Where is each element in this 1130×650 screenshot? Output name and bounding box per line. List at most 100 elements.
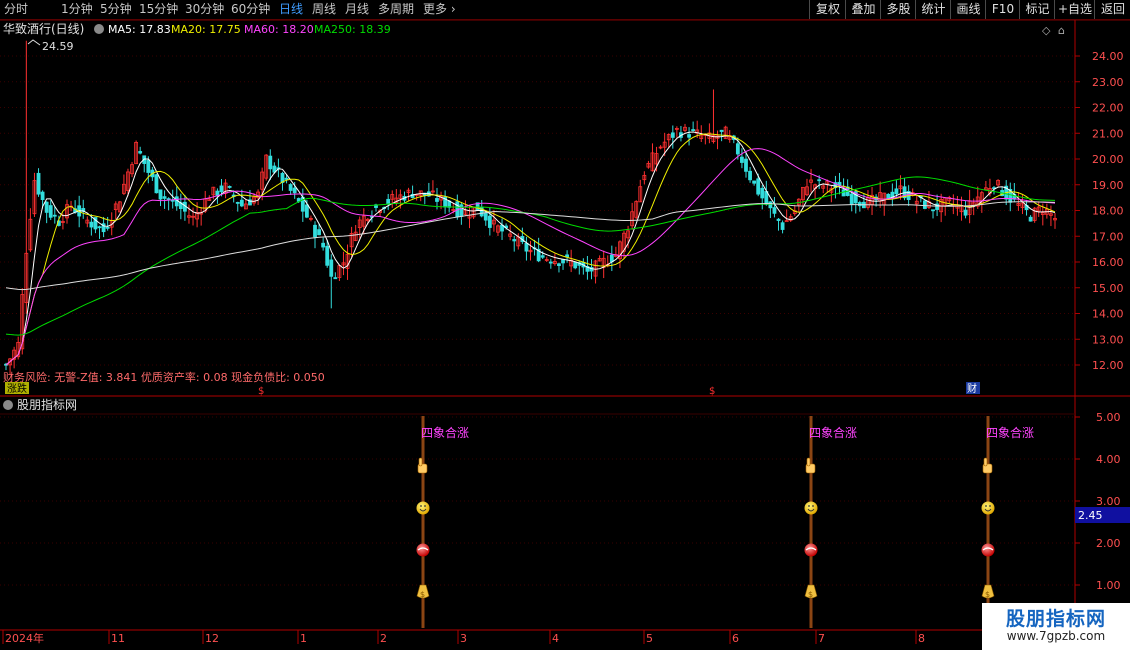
finance-badge[interactable]: 财 bbox=[967, 382, 977, 395]
date-tick-label: 1 bbox=[300, 632, 307, 645]
price-tick-label: 12.00 bbox=[1092, 359, 1124, 372]
indicator-tick-label: 3.00 bbox=[1096, 495, 1121, 508]
price-tick-label: 21.00 bbox=[1092, 127, 1124, 140]
candle-body bbox=[687, 134, 691, 138]
candle-body bbox=[333, 277, 338, 280]
candle-body bbox=[317, 229, 321, 236]
candle-body bbox=[239, 199, 244, 207]
money-bag-icon: $ bbox=[416, 584, 430, 599]
candle-body bbox=[540, 255, 545, 258]
high-marker: 24.59 bbox=[27, 39, 74, 53]
stock-title: 华致酒行(日线) bbox=[3, 22, 84, 36]
candle-body bbox=[154, 174, 159, 194]
price-tick-label: 20.00 bbox=[1092, 153, 1124, 166]
candle-body bbox=[89, 221, 94, 228]
candle-body bbox=[292, 187, 297, 194]
date-tick-label: 4 bbox=[552, 632, 559, 645]
lock-icon[interactable]: ⌂ bbox=[1058, 24, 1065, 37]
signal-column: 四象合涨 $ bbox=[804, 416, 857, 628]
svg-text:$: $ bbox=[420, 590, 425, 599]
candle-body bbox=[304, 204, 309, 218]
indicator-tick-label: 2.00 bbox=[1096, 537, 1121, 550]
candlestick-series bbox=[4, 40, 1057, 376]
candle-body bbox=[922, 200, 927, 209]
signal-column: 四象合涨 $ bbox=[416, 416, 469, 628]
candle-body bbox=[215, 190, 220, 196]
price-axis: 24.00 23.00 22.00 21.00 20.00 19.00 18.00 17.00… bbox=[1075, 50, 1124, 372]
chart-header: 华致酒行(日线) MA5: 17.83 MA20: 17.75 MA60: 18… bbox=[3, 22, 1065, 37]
price-tick-label: 19.00 bbox=[1092, 179, 1124, 192]
candle-body bbox=[841, 189, 846, 197]
candle-body bbox=[784, 220, 789, 223]
candle-body bbox=[146, 159, 151, 173]
candle-body bbox=[313, 224, 317, 238]
price-tick-label: 13.00 bbox=[1092, 333, 1124, 346]
date-tick-label: 12 bbox=[205, 632, 219, 645]
signal-label: 四象合涨 bbox=[986, 425, 1034, 440]
date-tick-label: 11 bbox=[111, 632, 125, 645]
candle-body bbox=[548, 261, 553, 264]
candle-body bbox=[435, 198, 439, 202]
candle-body bbox=[219, 185, 224, 193]
ma60-label: MA60: 18.20 bbox=[244, 23, 314, 36]
candle-body bbox=[284, 177, 289, 180]
candle-body bbox=[857, 202, 862, 207]
candle-body bbox=[752, 180, 757, 184]
indicator-tick-label: 1.00 bbox=[1096, 579, 1121, 592]
candle-body bbox=[772, 207, 777, 214]
red-ball-icon bbox=[416, 543, 430, 557]
candle-body bbox=[744, 158, 748, 172]
price-tick-label: 17.00 bbox=[1092, 230, 1124, 243]
smiley-icon bbox=[804, 501, 818, 515]
money-bag-icon: $ bbox=[804, 584, 818, 599]
candle-body bbox=[780, 222, 785, 230]
candle-body bbox=[288, 184, 293, 191]
risk-info-text: 财务风险: 无警-Z值: 3.841 优质资产率: 0.08 现金负债比: 0.… bbox=[3, 370, 325, 384]
indicator-axis: 5.00 4.00 3.00 2.00 1.00 bbox=[0, 411, 1121, 592]
smiley-icon bbox=[416, 501, 430, 515]
candle-body bbox=[105, 226, 110, 229]
svg-text:$: $ bbox=[808, 590, 813, 599]
dollar-event-icon-2: $ bbox=[709, 386, 715, 397]
diamond-icon[interactable]: ◇ bbox=[1042, 24, 1051, 37]
price-tick-label: 15.00 bbox=[1092, 282, 1124, 295]
money-bag-icon: $ bbox=[981, 584, 995, 599]
date-tick-label: 6 bbox=[732, 632, 739, 645]
candle-body bbox=[748, 170, 752, 181]
price-tick-label: 14.00 bbox=[1092, 308, 1124, 321]
candle-body bbox=[162, 196, 167, 199]
candle-body bbox=[483, 212, 488, 221]
price-tick-label: 24.00 bbox=[1092, 50, 1124, 63]
date-tick-label: 2 bbox=[380, 632, 387, 645]
candle-body bbox=[963, 209, 968, 216]
date-tick-label: 5 bbox=[646, 632, 653, 645]
indicator-settings-icon[interactable] bbox=[3, 400, 13, 410]
watermark-url: www.7gpzb.com bbox=[1006, 629, 1106, 643]
ma5-label: MA5: 17.83 bbox=[108, 23, 171, 36]
kline-chart[interactable]: 24.0023.0022.0021.0020.0019.0018.0017.00… bbox=[0, 0, 1130, 650]
chart-frame bbox=[0, 19, 1130, 650]
candle-body bbox=[894, 188, 899, 195]
ma250-label: MA250: 18.39 bbox=[314, 23, 391, 36]
candle-body bbox=[735, 143, 740, 155]
candle-body bbox=[817, 179, 822, 182]
settings-dot-icon[interactable] bbox=[94, 24, 104, 34]
candle-body bbox=[719, 129, 724, 132]
candle-body bbox=[321, 242, 326, 248]
candle-body bbox=[561, 259, 565, 264]
candle-body bbox=[44, 201, 49, 213]
candle-body bbox=[1028, 216, 1033, 222]
candle-body bbox=[573, 261, 578, 269]
candle-body bbox=[52, 214, 57, 217]
drop-badge: 涨跌 bbox=[7, 382, 27, 395]
price-gridlines bbox=[0, 55, 1075, 366]
high-value-label: 24.59 bbox=[42, 40, 74, 53]
red-ball-icon bbox=[981, 543, 995, 557]
candle-body bbox=[756, 178, 761, 195]
price-tick-label: 18.00 bbox=[1092, 205, 1124, 218]
indicator-tick-label: 5.00 bbox=[1096, 411, 1121, 424]
candle-body bbox=[40, 191, 45, 200]
candle-body bbox=[487, 215, 492, 228]
candle-body bbox=[691, 129, 696, 131]
candle-body bbox=[325, 245, 330, 266]
